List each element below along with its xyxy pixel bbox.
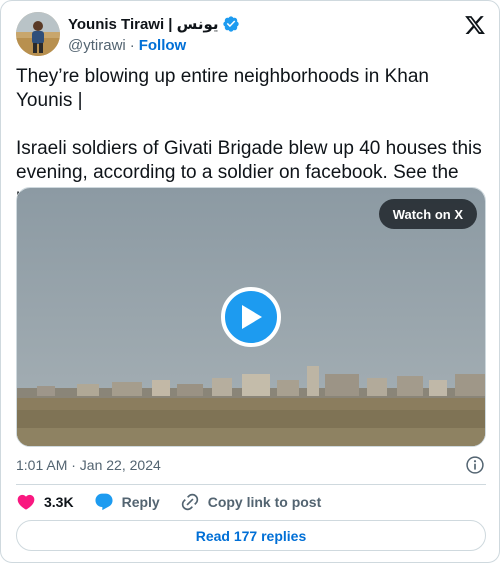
link-icon: [181, 493, 198, 511]
copy-link-label: Copy link to post: [207, 494, 322, 510]
heart-icon: [17, 494, 35, 510]
reply-label: Reply: [121, 494, 160, 510]
display-name[interactable]: Younis Tirawi | يونس: [68, 15, 219, 33]
tweet-meta: 1:01 AM · Jan 22, 2024: [16, 455, 486, 475]
video-thumbnail[interactable]: Watch on X: [16, 187, 486, 447]
action-bar: 3.3K Reply Copy link to post: [16, 491, 341, 513]
play-icon: [242, 305, 262, 329]
read-replies-button[interactable]: Read 177 replies: [16, 520, 486, 551]
play-button[interactable]: [221, 287, 281, 347]
copy-link-button[interactable]: Copy link to post: [180, 492, 322, 512]
divider: [16, 484, 486, 485]
like-count: 3.3K: [44, 494, 74, 510]
info-icon[interactable]: [465, 455, 485, 475]
author-handle[interactable]: @ytirawi: [68, 37, 126, 54]
verified-badge-icon: [222, 15, 240, 33]
tweet-card: Younis Tirawi | يونس @ytirawi · Follow T…: [0, 0, 500, 563]
watch-on-x-button[interactable]: Watch on X: [378, 199, 477, 229]
avatar[interactable]: [16, 12, 60, 56]
separator-dot: ·: [129, 36, 135, 54]
like-button[interactable]: 3.3K: [16, 492, 74, 512]
timestamp-link[interactable]: 1:01 AM · Jan 22, 2024: [16, 457, 161, 473]
reply-button[interactable]: Reply: [94, 492, 160, 512]
author-info: Younis Tirawi | يونس @ytirawi · Follow: [68, 14, 240, 55]
reply-bubble-icon: [95, 493, 113, 511]
follow-link[interactable]: Follow: [139, 37, 187, 54]
x-logo-icon[interactable]: [464, 14, 486, 36]
tweet-header: Younis Tirawi | يونس @ytirawi · Follow: [16, 12, 486, 56]
tweet-paragraph: They’re blowing up entire neighborhoods …: [16, 66, 429, 111]
